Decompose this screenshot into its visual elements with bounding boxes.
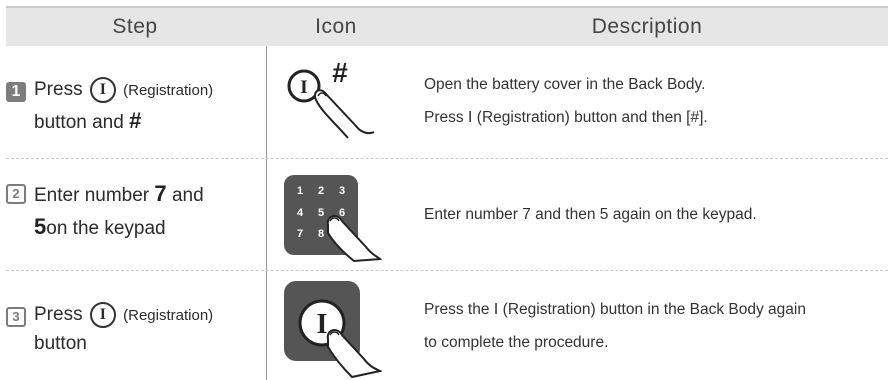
seven-icon: 7 <box>154 181 167 206</box>
table-header: Step Icon Description <box>6 8 888 46</box>
key-3: 3 <box>339 185 345 197</box>
key-4: 4 <box>297 207 304 219</box>
description-line2: Press Ⅰ (Registration) button and then [… <box>424 109 708 126</box>
table-row: 2 Enter number 7 and 5on the keypad 1 2 … <box>0 159 894 269</box>
key-5: 5 <box>318 207 324 219</box>
step-text-line1: Press I (Registration) <box>34 302 213 328</box>
description-line1: Enter number 7 and then 5 again on the k… <box>424 206 757 223</box>
step-number-badge: 2 <box>6 184 26 204</box>
step-number-badge: 1 <box>6 82 26 102</box>
description-line1: Press the Ⅰ (Registration) button in the… <box>424 301 806 318</box>
registration-letter: I <box>317 309 328 340</box>
registration-letter: I <box>300 77 307 98</box>
header-icon: Icon <box>315 15 357 38</box>
step-text-line1: Press I (Registration) <box>34 77 213 103</box>
step-text-line2: 5on the keypad <box>34 214 166 239</box>
description-line1: Open the battery cover in the Back Body. <box>424 76 706 93</box>
steps-table: Step Icon Description 1 Press I (Registr… <box>0 0 894 380</box>
key-7: 7 <box>297 228 303 240</box>
registration-finger-icon: I # <box>287 57 375 139</box>
step-number-badge: 3 <box>6 307 26 327</box>
hash-icon: # <box>332 57 348 88</box>
table-row: 3 Press I (Registration) button I Press … <box>0 271 894 380</box>
description-line2: to complete the procedure. <box>424 334 609 351</box>
key-1: 1 <box>297 185 303 197</box>
step-text-line1: Enter number 7 and <box>34 181 204 206</box>
header-description: Description <box>591 15 703 38</box>
step-text-line2: button and # <box>34 108 142 133</box>
registration-button-icon: I <box>89 77 116 103</box>
header-step: Step <box>112 15 158 38</box>
keypad-icon: 1 2 3 4 5 6 7 8 <box>284 175 382 263</box>
registration-button-press-icon: I <box>284 281 382 379</box>
step-text-line2: button <box>34 333 87 354</box>
registration-button-icon: I <box>89 302 116 328</box>
hash-icon: # <box>129 108 142 133</box>
key-2: 2 <box>318 185 324 197</box>
five-icon: 5 <box>34 214 47 239</box>
key-8: 8 <box>318 228 324 240</box>
table-row: 1 Press I (Registration) button and # I … <box>0 46 894 158</box>
